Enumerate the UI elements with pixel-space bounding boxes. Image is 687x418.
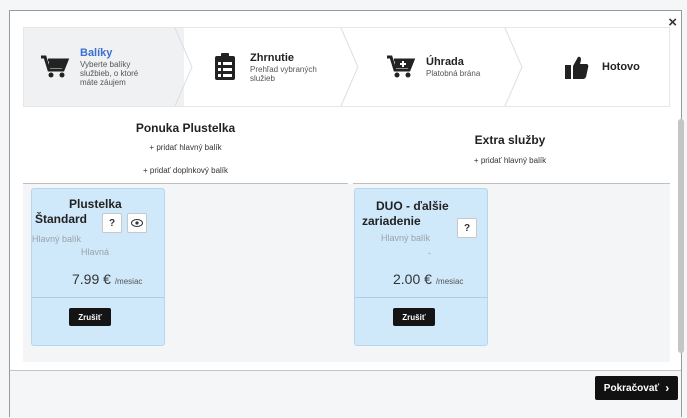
package-price: 7.99 € /mesiac xyxy=(72,271,142,287)
add-main-package-link[interactable]: + pridať hlavný balík xyxy=(350,156,670,165)
cancel-button[interactable]: Zrušiť xyxy=(69,308,111,326)
package-name: DUO - ďalšie xyxy=(376,199,449,213)
modal-footer xyxy=(10,371,681,418)
package-card: DUO - ďalšie zariadenie ? Hlavný balík -… xyxy=(354,188,488,346)
scrollbar[interactable] xyxy=(678,119,684,353)
package-card: Plustelka Štandard ? Hlavný balík Hlavná… xyxy=(31,188,165,346)
cart-icon xyxy=(34,46,76,88)
step-payment[interactable]: Úhrada Platobná brána xyxy=(350,27,523,107)
card-divider xyxy=(32,297,164,298)
continue-label: Pokračovať xyxy=(603,382,660,394)
package-name: Plustelka xyxy=(69,197,122,211)
left-column-header: Ponuka Plustelka + pridať hlavný balík +… xyxy=(23,121,348,175)
step-subtitle: Prehľad vybraných služieb xyxy=(250,64,317,83)
cancel-button[interactable]: Zrušiť xyxy=(393,308,435,326)
package-name: Štandard xyxy=(35,212,88,226)
price-period: /mesiac xyxy=(114,277,143,286)
package-price: 2.00 € /mesiac xyxy=(393,271,463,287)
step-packages[interactable]: Balíky Vyberte balíky službieb, o ktoré … xyxy=(24,27,193,107)
price-value: 2.00 € xyxy=(393,271,432,287)
price-value: 7.99 € xyxy=(72,271,111,287)
continue-button[interactable]: Pokračovať › xyxy=(595,376,678,400)
step-summary[interactable]: Zhrnutie Prehľad vybraných služieb xyxy=(184,27,359,107)
add-main-package-link[interactable]: + pridať hlavný balík xyxy=(23,143,348,152)
card-divider xyxy=(355,297,487,298)
right-column-header: Extra služby + pridať hlavný balík xyxy=(350,133,670,165)
clipboard-icon xyxy=(204,46,246,88)
step-separator xyxy=(340,27,359,107)
add-extra-package-link[interactable]: + pridať doplnkový balík xyxy=(23,166,348,175)
package-type: Hlavný balík xyxy=(381,233,431,243)
package-label: - xyxy=(428,248,431,258)
package-type: Hlavný balík xyxy=(32,234,82,244)
step-title: Zhrnutie xyxy=(250,51,294,64)
step-subtitle: Platobná brána xyxy=(426,69,481,78)
wizard-steps: Balíky Vyberte balíky službieb, o ktoré … xyxy=(23,27,670,107)
column-title: Extra služby xyxy=(474,133,546,147)
package-label: Hlavná xyxy=(81,247,110,257)
step-title: Balíky xyxy=(80,47,113,59)
step-subtitle: Vyberte balíky službieb, o ktoré máte zá… xyxy=(80,60,139,87)
chevron-right-icon: › xyxy=(665,381,670,395)
eye-icon[interactable] xyxy=(127,213,147,233)
column-title: Ponuka Plustelka xyxy=(135,121,236,135)
step-done[interactable]: Hotovo xyxy=(514,28,669,106)
package-name: zariadenie xyxy=(362,214,421,228)
thumbs-up-icon xyxy=(556,46,598,88)
step-separator xyxy=(174,27,193,107)
wizard-modal: × Balíky Vyberte balíky službieb, o ktor… xyxy=(9,10,684,418)
info-question-button[interactable]: ? xyxy=(457,218,477,238)
step-title: Hotovo xyxy=(602,60,640,73)
price-period: /mesiac xyxy=(435,277,464,286)
step-title: Úhrada xyxy=(426,56,464,68)
step-separator xyxy=(504,27,523,107)
info-question-button[interactable]: ? xyxy=(102,213,122,233)
cart-plus-icon xyxy=(380,46,422,88)
